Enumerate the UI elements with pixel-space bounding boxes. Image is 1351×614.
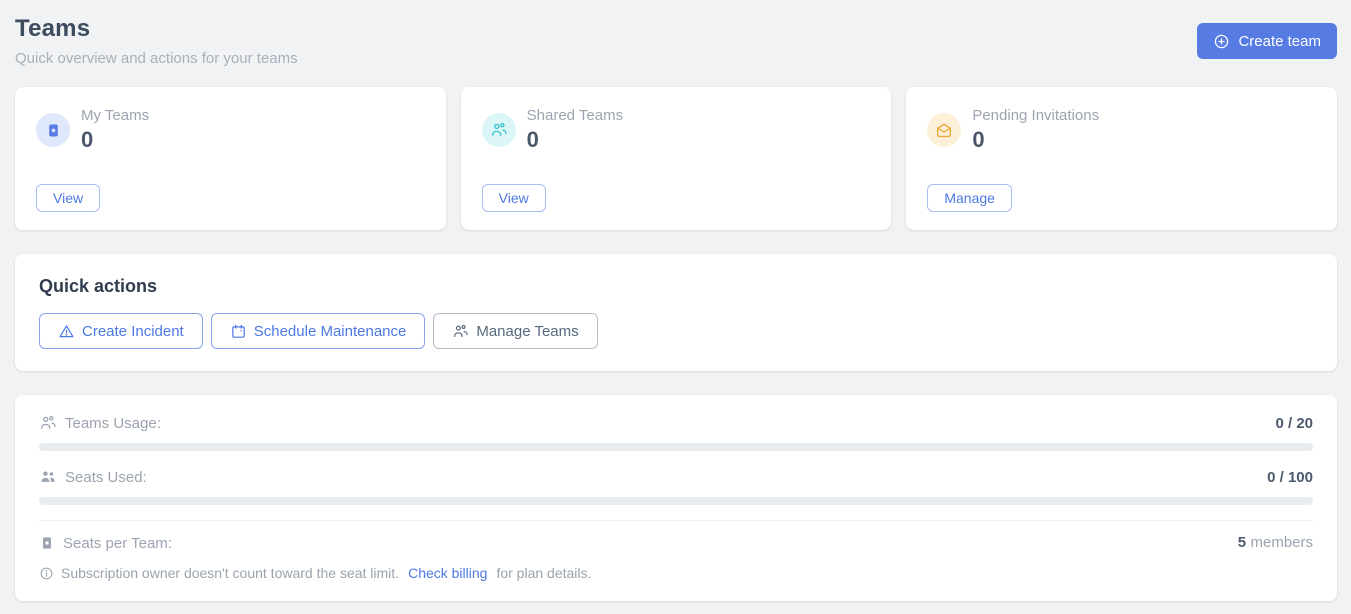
- quick-actions-title: Quick actions: [39, 275, 1313, 297]
- manage-invitations-button[interactable]: Manage: [927, 184, 1012, 212]
- seats-used-label-group: Seats Used:: [39, 468, 147, 486]
- quick-actions-panel: Quick actions Create Incident: [15, 254, 1337, 371]
- mail-open-icon: [927, 113, 961, 147]
- teams-usage-row: Teams Usage: 0 / 20: [39, 414, 1313, 432]
- card-value: 0: [972, 127, 1099, 153]
- users-icon: [452, 323, 469, 340]
- seat-limit-note: Subscription owner doesn't count toward …: [39, 565, 1313, 581]
- seats-used-progressbar: [39, 497, 1313, 505]
- stat-card-my-teams: My Teams 0 View: [15, 87, 446, 230]
- people-filled-icon: [39, 468, 57, 486]
- seats-per-team-number: 5: [1238, 534, 1246, 551]
- teams-usage-progressbar: [39, 443, 1313, 451]
- seats-used-label: Seats Used:: [65, 469, 147, 486]
- card-meta: My Teams 0: [81, 107, 149, 153]
- create-team-label: Create team: [1238, 33, 1321, 50]
- stat-card-pending-invitations: Pending Invitations 0 Manage: [906, 87, 1337, 230]
- page-header: Teams Quick overview and actions for you…: [15, 15, 1337, 68]
- card-top: My Teams 0: [36, 107, 422, 153]
- users-group-icon: [39, 414, 57, 432]
- usage-divider: [39, 520, 1313, 521]
- card-label: Shared Teams: [527, 107, 623, 125]
- create-incident-label: Create Incident: [82, 323, 184, 340]
- teams-page: Teams Quick overview and actions for you…: [0, 0, 1351, 601]
- id-badge-icon: [36, 113, 70, 147]
- seats-per-team-label: Seats per Team:: [63, 535, 172, 552]
- card-top: Shared Teams 0: [482, 107, 868, 153]
- card-label: Pending Invitations: [972, 107, 1099, 125]
- view-my-teams-button[interactable]: View: [36, 184, 100, 212]
- seats-used-value: 0 / 100: [1267, 469, 1313, 486]
- seats-per-team-row: Seats per Team: 5 members: [39, 534, 1313, 552]
- schedule-maintenance-label: Schedule Maintenance: [254, 323, 407, 340]
- teams-usage-value: 0 / 20: [1275, 415, 1313, 432]
- page-heading-block: Teams Quick overview and actions for you…: [15, 15, 298, 68]
- usage-panel: Teams Usage: 0 / 20 Seats Used: 0 / 100: [15, 395, 1337, 601]
- card-meta: Shared Teams 0: [527, 107, 623, 153]
- info-icon: [39, 566, 54, 581]
- seats-per-team-label-group: Seats per Team:: [39, 535, 172, 552]
- id-badge-icon: [39, 535, 55, 551]
- teams-usage-label-group: Teams Usage:: [39, 414, 161, 432]
- calendar-icon: [230, 323, 247, 340]
- create-team-button[interactable]: Create team: [1197, 23, 1337, 59]
- card-value: 0: [81, 127, 149, 153]
- card-top: Pending Invitations 0: [927, 107, 1313, 153]
- check-billing-link[interactable]: Check billing: [408, 565, 487, 581]
- stat-cards-row: My Teams 0 View Shared Teams: [15, 87, 1337, 230]
- seats-used-row: Seats Used: 0 / 100: [39, 468, 1313, 486]
- page-title: Teams: [15, 15, 298, 43]
- plus-circle-icon: [1213, 33, 1230, 50]
- stat-card-shared-teams: Shared Teams 0 View: [461, 87, 892, 230]
- manage-teams-button[interactable]: Manage Teams: [433, 313, 597, 349]
- seats-per-team-suffix: members: [1250, 534, 1313, 551]
- card-meta: Pending Invitations 0: [972, 107, 1099, 153]
- teams-usage-label: Teams Usage:: [65, 415, 161, 432]
- create-incident-button[interactable]: Create Incident: [39, 313, 203, 349]
- note-text-after: for plan details.: [496, 565, 591, 581]
- schedule-maintenance-button[interactable]: Schedule Maintenance: [211, 313, 426, 349]
- warning-triangle-icon: [58, 323, 75, 340]
- quick-actions-row: Create Incident Schedule Maintenance: [39, 313, 1313, 349]
- page-subtitle: Quick overview and actions for your team…: [15, 50, 298, 68]
- view-shared-teams-button[interactable]: View: [482, 184, 546, 212]
- card-value: 0: [527, 127, 623, 153]
- manage-teams-label: Manage Teams: [476, 323, 578, 340]
- card-label: My Teams: [81, 107, 149, 125]
- users-group-icon: [482, 113, 516, 147]
- seats-per-team-value: 5 members: [1238, 534, 1313, 552]
- note-text-before: Subscription owner doesn't count toward …: [61, 565, 399, 581]
